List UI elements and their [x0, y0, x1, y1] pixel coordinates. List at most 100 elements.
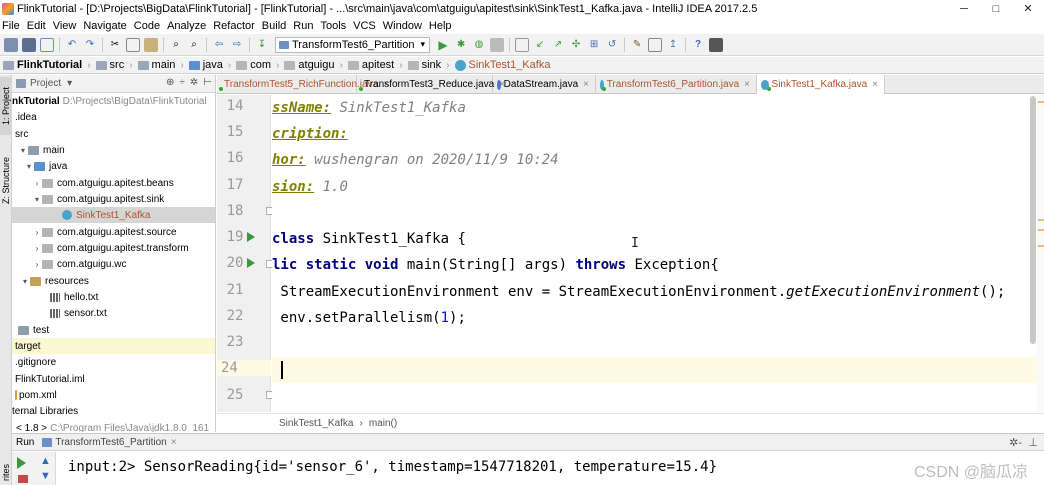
- tree-item-sink[interactable]: ▾ com.atguigu.apitest.sink: [12, 191, 215, 207]
- editor-crumb-class[interactable]: SinkTest1_Kafka: [279, 418, 354, 429]
- update-icon[interactable]: [515, 37, 530, 52]
- tree-item-java[interactable]: ▾ java: [12, 158, 215, 174]
- menu-file[interactable]: File: [0, 18, 25, 34]
- tab-transformtest3[interactable]: TransformTest3_Reduce.java ×: [357, 75, 505, 94]
- menu-build[interactable]: Build: [260, 18, 291, 34]
- error-stripe[interactable]: [1037, 95, 1044, 412]
- menu-run[interactable]: Run: [291, 18, 318, 34]
- maximize-button[interactable]: □: [980, 0, 1012, 18]
- crumb-project[interactable]: FlinkTutorial: [3, 59, 82, 71]
- crumb-apitest[interactable]: apitest: [347, 59, 394, 71]
- stop-icon[interactable]: [490, 37, 505, 52]
- chevron-down-icon[interactable]: ▾: [18, 146, 28, 155]
- crumb-class[interactable]: SinkTest1_Kafka: [454, 59, 550, 71]
- minimize-button[interactable]: ─: [948, 0, 980, 18]
- tree-item-hello-txt[interactable]: hello.txt: [12, 289, 215, 305]
- paste-icon[interactable]: [144, 37, 158, 52]
- chevron-right-icon[interactable]: ›: [32, 244, 42, 253]
- coverage-icon[interactable]: ◍: [472, 38, 486, 52]
- forward-icon[interactable]: ⇨: [230, 38, 244, 52]
- menu-navigate[interactable]: Navigate: [81, 18, 131, 34]
- project-tool-tab[interactable]: 1: Project: [0, 77, 12, 135]
- undo-icon[interactable]: ↶: [65, 38, 79, 52]
- crumb-sink[interactable]: sink: [407, 59, 441, 71]
- crumb-src[interactable]: src: [95, 59, 124, 71]
- stop-icon[interactable]: [18, 475, 28, 483]
- save-icon[interactable]: [22, 37, 36, 52]
- crumb-atguigu[interactable]: atguigu: [284, 59, 334, 71]
- run-gutter-icon[interactable]: [247, 232, 255, 242]
- menu-window[interactable]: Window: [381, 18, 427, 34]
- vcs-revert-icon[interactable]: ↺: [605, 38, 619, 52]
- vcs-compare-icon[interactable]: ✣: [569, 38, 583, 52]
- find-icon[interactable]: ⌕: [169, 38, 183, 52]
- scroll-from-source-icon[interactable]: ⊕: [166, 77, 174, 88]
- back-icon[interactable]: ⇦: [212, 38, 226, 52]
- gear-icon[interactable]: ✲: [190, 77, 198, 88]
- warning-marker[interactable]: [1038, 229, 1044, 231]
- tree-item-idea[interactable]: .idea: [12, 109, 215, 125]
- tree-root[interactable]: nkTutorial D:\Projects\BigData\FlinkTuto…: [12, 93, 215, 109]
- menu-edit[interactable]: Edit: [25, 18, 51, 34]
- run-tab[interactable]: TransformTest6_Partition ×: [42, 437, 177, 448]
- tree-item-main[interactable]: ▾ main: [12, 142, 215, 158]
- tree-item-external-libraries[interactable]: ternal Libraries: [12, 403, 215, 419]
- crumb-java[interactable]: java: [188, 59, 223, 71]
- vcs-history-icon[interactable]: ⊞: [587, 38, 601, 52]
- run-icon[interactable]: ▶: [436, 38, 450, 52]
- help-icon[interactable]: ?: [691, 38, 705, 52]
- editor-gutter[interactable]: 14 15 16 17 18 19 20 21 22 23 24 25: [217, 95, 274, 412]
- warning-marker[interactable]: [1038, 245, 1044, 247]
- close-icon[interactable]: ×: [583, 79, 589, 90]
- gear-icon[interactable]: ✲-: [1009, 436, 1022, 449]
- vcs-update-icon[interactable]: ↙: [533, 38, 547, 52]
- menu-tools[interactable]: Tools: [318, 18, 351, 34]
- tree-item-jdk[interactable]: < 1.8 > C:\Program Files\Java\jdk1.8.0_16…: [12, 420, 215, 433]
- cut-icon[interactable]: ✂: [108, 38, 122, 52]
- tree-item-sensor-txt[interactable]: sensor.txt: [12, 305, 215, 321]
- tree-item-target[interactable]: target: [12, 338, 215, 354]
- tree-item-iml[interactable]: FlinkTutorial.iml: [12, 371, 215, 387]
- copy-icon[interactable]: [126, 37, 140, 52]
- tree-item-test[interactable]: test: [12, 322, 215, 338]
- open-icon[interactable]: [4, 37, 18, 52]
- menu-code[interactable]: Code: [132, 18, 165, 34]
- menu-vcs[interactable]: VCS: [351, 18, 381, 34]
- project-panel-title[interactable]: Project: [30, 78, 61, 89]
- hide-panel-icon[interactable]: ⊥: [1028, 436, 1038, 449]
- chevron-down-icon[interactable]: ▾: [24, 162, 34, 171]
- warning-marker[interactable]: [1038, 101, 1044, 103]
- collapse-all-icon[interactable]: ÷: [179, 77, 185, 88]
- redo-icon[interactable]: ↷: [83, 38, 97, 52]
- tree-item-gitignore[interactable]: .gitignore: [12, 354, 215, 370]
- editor-scrollbar[interactable]: [1030, 96, 1036, 344]
- chevron-right-icon[interactable]: ›: [32, 228, 42, 237]
- close-icon[interactable]: ×: [171, 437, 177, 448]
- hide-panel-icon[interactable]: ⊢: [203, 77, 212, 88]
- tree-item-resources[interactable]: ▾ resources: [12, 273, 215, 289]
- crumb-com[interactable]: com: [236, 59, 271, 71]
- warning-marker[interactable]: [1038, 219, 1044, 221]
- close-button[interactable]: ✕: [1012, 0, 1044, 18]
- sdk-icon[interactable]: ↥: [666, 38, 680, 52]
- up-arrow-icon[interactable]: ▲: [40, 455, 51, 467]
- chevron-right-icon[interactable]: ›: [32, 179, 42, 188]
- chevron-down-icon[interactable]: ▾: [20, 277, 30, 286]
- tree-item-sinktest1-kafka[interactable]: SinkTest1_Kafka: [12, 207, 215, 223]
- tab-sinktest1-kafka[interactable]: SinkTest1_Kafka.java ×: [757, 75, 885, 94]
- menu-refactor[interactable]: Refactor: [211, 18, 260, 34]
- favorites-tool-tab[interactable]: rites: [0, 460, 12, 485]
- project-structure-icon[interactable]: [648, 37, 663, 52]
- run-gutter-icon[interactable]: [247, 258, 255, 268]
- crumb-main[interactable]: main: [137, 59, 175, 71]
- tab-transformtest6[interactable]: TransformTest6_Partition.java ×: [596, 75, 757, 94]
- debug-icon[interactable]: ✱: [454, 38, 468, 52]
- tree-item-transform[interactable]: › com.atguigu.apitest.transform: [12, 240, 215, 256]
- editor-crumb-method[interactable]: main(): [369, 418, 397, 429]
- menu-analyze[interactable]: Analyze: [165, 18, 211, 34]
- tab-transformtest5[interactable]: TransformTest5_RichFunction.java ×: [217, 75, 389, 94]
- build-icon[interactable]: ↧: [255, 38, 269, 52]
- down-arrow-icon[interactable]: ▼: [40, 470, 51, 482]
- menu-help[interactable]: Help: [427, 18, 457, 34]
- vcs-commit-icon[interactable]: ↗: [551, 38, 565, 52]
